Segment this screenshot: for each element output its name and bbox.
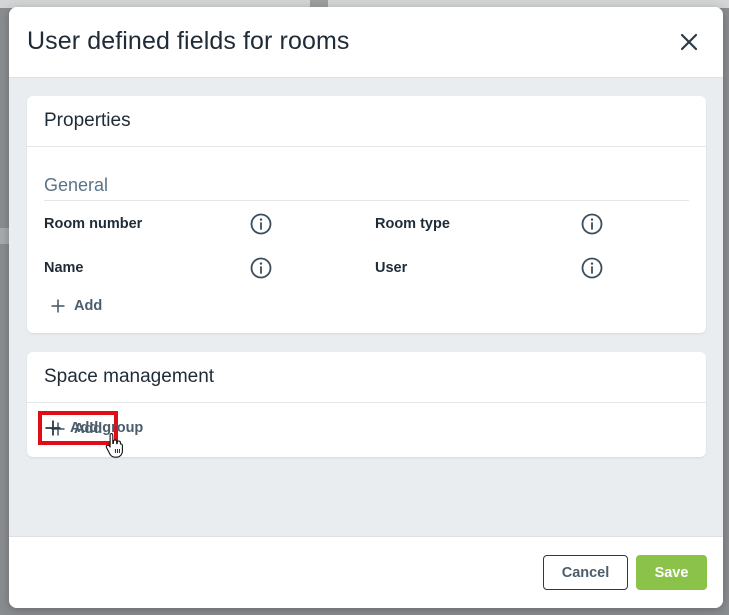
properties-add-button[interactable]: Add [51,298,102,314]
cancel-button[interactable]: Cancel [543,555,628,590]
save-button[interactable]: Save [636,555,707,590]
info-icon[interactable] [581,257,603,279]
properties-title: Properties [44,110,131,131]
info-icon[interactable] [250,257,272,279]
info-icon[interactable] [250,213,272,235]
dialog-header: User defined fields for rooms [9,7,723,78]
space-card-header: Space management [27,352,706,403]
group-divider [44,200,689,201]
group-title-general: General [44,175,109,195]
field-label-room-number: Room number [44,216,143,232]
properties-card-header: Properties [27,96,706,147]
close-icon [680,33,698,51]
field-label-room-type: Room type [375,216,450,232]
hand-cursor-icon [105,432,123,458]
space-management-card: Space management Add [27,352,706,457]
properties-add-label: Add [74,298,103,314]
plus-icon [51,299,65,313]
field-label-user: User [375,260,408,276]
dialog-title: User defined fields for rooms [27,27,350,55]
close-button[interactable] [675,28,703,56]
properties-card: Properties General Room number Room type… [27,96,706,333]
dialog-body: Properties General Room number Room type… [9,78,723,536]
field-label-name: Name [44,260,84,276]
info-icon[interactable] [581,213,603,235]
user-defined-fields-dialog: User defined fields for rooms Properties… [9,7,723,608]
add-group-button[interactable]: Add group [45,420,143,436]
space-management-title: Space management [44,366,215,387]
dialog-footer: Cancel Save [9,536,723,608]
plus-icon [45,420,61,436]
